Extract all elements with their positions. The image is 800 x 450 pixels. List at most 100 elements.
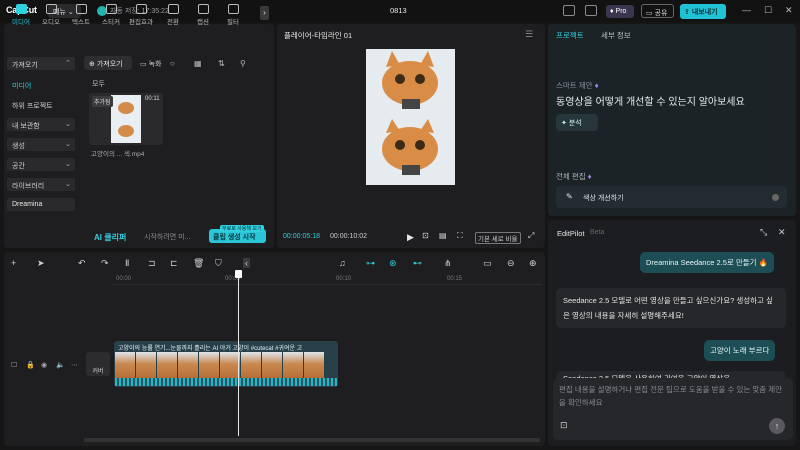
split-right-icon[interactable]: ⊏ xyxy=(170,258,178,269)
lock-icon[interactable]: 🔒 xyxy=(26,361,35,369)
collapse-icon[interactable]: ⤡ xyxy=(760,227,767,238)
playhead-handle[interactable] xyxy=(235,270,242,278)
tab-caption[interactable]: 캡션 xyxy=(188,4,218,26)
ai-clipper-input[interactable]: 시작하려면 미... xyxy=(144,232,190,242)
record-label: 녹화 xyxy=(148,61,162,68)
free-trial-badge: 무료로 사용해 보기 xyxy=(220,225,264,232)
sidebar-item-library[interactable]: 라이브러리 ⌄ xyxy=(7,178,75,191)
search-icon[interactable]: ○ xyxy=(170,59,175,68)
tabs-scroll-right-icon[interactable]: › xyxy=(260,6,269,20)
fullscreen-preview-icon[interactable]: ▤ xyxy=(439,231,447,240)
eye-icon[interactable]: ◉ xyxy=(41,361,47,369)
sidebar-item-dreamina[interactable]: Dreamina xyxy=(7,198,75,211)
menu-icon[interactable]: ☰ xyxy=(525,29,533,40)
chat-user-message: Dreamina Seedance 2.5로 만들기 🔥 xyxy=(640,252,774,273)
magnet-icon[interactable]: ⊛ xyxy=(389,258,397,269)
full-edit-label: 전체 편집 ♦ xyxy=(556,171,592,182)
maximize-icon[interactable]: ☐ xyxy=(764,5,772,16)
smart-label-text: 스마트 제안 xyxy=(556,81,593,90)
close-icon[interactable]: ✕ xyxy=(785,5,793,16)
capcut-window: CapCut 메뉴 ⌄ 자동 저장: 17:35:22 0813 ♦ Pro ▭… xyxy=(0,0,800,450)
split-icon[interactable]: Ⅱ xyxy=(125,258,129,269)
tab-label: 전환 xyxy=(167,19,179,26)
clip-frame xyxy=(304,352,324,378)
track-select-icon[interactable]: ☐ xyxy=(11,361,17,369)
zoom-in-icon[interactable]: ⊕ xyxy=(529,258,537,269)
speaker-icon[interactable]: 🔈 xyxy=(56,361,65,369)
video-preview[interactable] xyxy=(366,49,455,185)
sidebar-item-archive[interactable]: 내 보관함 ⌄ xyxy=(7,118,75,131)
share-button[interactable]: ▭ 공유 xyxy=(641,4,674,18)
pro-button[interactable]: ♦ Pro xyxy=(606,5,634,18)
shield-icon[interactable]: ⛉ xyxy=(215,258,222,269)
filter-icon[interactable]: ⚲ xyxy=(240,59,246,68)
sidebar-item-subproject[interactable]: 하위 프로젝트 xyxy=(7,98,75,111)
tab-transition[interactable]: 전환 xyxy=(158,4,188,26)
shortcut-icon[interactable] xyxy=(585,5,597,16)
sidebar-item-media[interactable]: 미디어 xyxy=(7,78,75,91)
all-media-label: 모두 xyxy=(92,81,105,88)
expand-icon[interactable]: ⛶ xyxy=(457,231,463,241)
chat-ai-message: Seedance 2.5 모델로 어떤 영상을 만들고 싶으신가요? 생성하고 … xyxy=(556,288,786,328)
align-icon[interactable]: ⋔ xyxy=(444,258,452,269)
zoom-out-icon[interactable]: ⊖ xyxy=(507,258,515,269)
tab-details[interactable]: 세부 정보 xyxy=(601,30,631,41)
project-name[interactable]: 0813 xyxy=(390,6,407,15)
magic-wand-icon: ✎ xyxy=(566,192,573,201)
layout-icon[interactable] xyxy=(563,5,575,16)
grid-view-icon[interactable]: ▦ xyxy=(194,59,202,68)
sidebar-item-space[interactable]: 공간 ⌄ xyxy=(7,158,75,171)
split-left-icon[interactable]: ⊐ xyxy=(148,258,156,269)
tab-text[interactable]: 텍스트 xyxy=(66,4,96,26)
total-time: 00:00:10:02 xyxy=(330,233,367,240)
tab-project[interactable]: 프로젝트 xyxy=(556,30,584,41)
play-icon[interactable]: ▶ xyxy=(407,232,414,243)
import-button[interactable]: ⊕ 가져오기 xyxy=(84,56,132,70)
sidebar-import-head[interactable]: 가져오기 ⌃ xyxy=(7,57,75,70)
cover-button[interactable]: 커버 xyxy=(86,352,110,376)
record-button[interactable]: ▭ 녹화 xyxy=(137,56,167,70)
fullscreen-icon[interactable]: ⤢ xyxy=(528,231,534,241)
analyze-button[interactable]: ✦ 분석 xyxy=(556,114,598,131)
undo-icon[interactable]: ↶ xyxy=(78,258,86,269)
add-track-icon[interactable]: + xyxy=(11,258,16,268)
export-icon: ⇪ xyxy=(684,9,690,16)
diamond-icon: ♦ xyxy=(610,8,614,15)
select-tool-icon[interactable]: ➤ xyxy=(37,258,45,269)
tab-label: 스티커 xyxy=(102,19,120,26)
chevron-down-icon: ⌄ xyxy=(65,161,71,168)
more-icon[interactable]: ⋯ xyxy=(71,361,78,369)
chevron-down-icon: ⌄ xyxy=(65,121,71,128)
minimize-icon[interactable]: — xyxy=(742,5,751,15)
tab-effects[interactable]: 편집효과 xyxy=(126,4,156,26)
chat-user-message: 고양이 노래 부르다 xyxy=(704,340,776,361)
delete-icon[interactable]: 🗑 xyxy=(193,258,204,269)
ruler-tick: 00:10 xyxy=(336,276,352,282)
export-button[interactable]: ⇪ 내보내기 xyxy=(680,4,726,19)
tab-filter[interactable]: 필터 xyxy=(218,4,248,26)
attach-icon[interactable]: ⊡ xyxy=(560,420,568,431)
redo-icon[interactable]: ↷ xyxy=(101,258,109,269)
microphone-icon[interactable]: ♫ xyxy=(339,258,346,268)
tab-label: 캡션 xyxy=(197,19,209,26)
link-clips-icon[interactable]: ⊶ xyxy=(366,258,375,269)
ruler-tick: 00:15 xyxy=(447,276,463,282)
sort-icon[interactable]: ⇅ xyxy=(218,59,225,68)
aspect-ratio-button[interactable]: 기본 세로 비율 xyxy=(475,232,521,244)
snap-icon[interactable]: ⊷ xyxy=(413,258,422,269)
chevron-left-icon[interactable]: ‹ xyxy=(243,258,250,268)
tab-media[interactable]: 미디어 xyxy=(6,4,36,26)
sidebar-item-generate[interactable]: 생성 ⌄ xyxy=(7,138,75,151)
preview-axis-icon[interactable]: ▭ xyxy=(483,258,492,269)
playhead[interactable] xyxy=(238,270,239,436)
tab-sticker[interactable]: 스티커 xyxy=(96,4,126,26)
timeline-ruler[interactable] xyxy=(112,271,542,285)
import-label: 가져오기 xyxy=(96,61,123,68)
clip-frame xyxy=(178,352,198,378)
crop-icon[interactable]: ⊡ xyxy=(422,231,429,240)
sidebar-item-label: 라이브러리 xyxy=(12,183,45,190)
send-button[interactable]: ↑ xyxy=(769,418,785,434)
tab-audio[interactable]: 오디오 xyxy=(36,4,66,26)
timeline-scrollbar[interactable] xyxy=(84,438,540,442)
close-chat-icon[interactable]: ✕ xyxy=(778,227,786,238)
